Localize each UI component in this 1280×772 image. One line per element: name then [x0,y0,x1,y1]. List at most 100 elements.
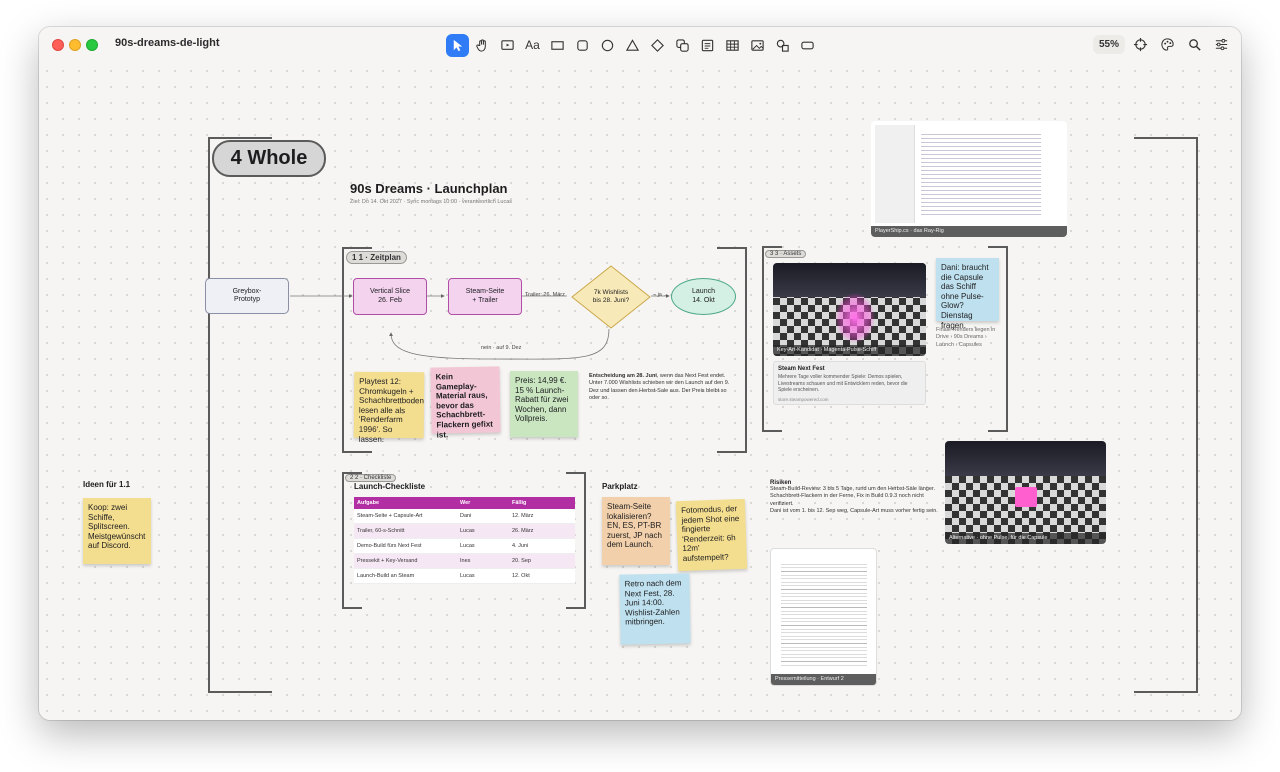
table-row[interactable]: Pressekit + Key-Versand Ines 20. Sep [354,553,575,569]
triangle-icon[interactable] [621,34,644,57]
risk-line: Steam-Build-Review: 3 bis 5 Tage, rund u… [770,486,935,492]
board-title: 90s Dreams · Launchplan [350,181,508,196]
cell: Demo-Build fürs Next Fest [354,538,457,554]
steam-card-url: store.steampowered.com [778,396,829,402]
cell: 12. März [509,509,575,524]
sticky-fotomodus[interactable]: Fotomodus, der jedem Shot eine fingierte… [675,498,748,572]
cell: 20. Sep [509,553,575,569]
text-tool[interactable]: Aa [521,34,544,57]
flow-node-greybox[interactable]: Greybox-Prototyp [205,278,289,314]
zoom-level[interactable]: 55% [1092,35,1125,54]
cell: 12. Okt [509,568,575,584]
tool-bar: Aa [446,33,819,57]
sticky-retro[interactable]: Retro nach dem Next Fest, 28. Juni 14:00… [619,573,691,645]
label-nein: nein · auf 9. Dez [479,345,524,351]
steam-link-card[interactable]: Steam Next Fest Mehrere Tage voller komm… [773,361,926,405]
flow-node-steam-page[interactable]: Steam-Seite + Trailer [448,278,522,315]
decision-note: Entscheidung am 28. Juni, wenn das Next … [589,373,735,403]
risks-block[interactable]: Risiken Steam-Build-Review: 3 bis 5 Tage… [770,480,940,516]
zoom-button[interactable] [86,39,98,51]
cell: Ines [457,553,509,569]
doc-lines [781,561,867,666]
right-toolbar: 55% [1092,33,1233,56]
steam-card-text: Mehrere Tage voller kommender Spiele: De… [778,374,908,393]
frame-icon[interactable] [796,34,819,57]
risk-line: Dani ist vom 1. bis 12. Sep weg, Capsule… [770,508,938,515]
press-release-doc[interactable]: Pressemitteilung · Entwurf 2 [770,548,877,686]
sticky-ideas-koop[interactable]: Koop: zwei Schiffe, Splitscreen. Meistge… [83,498,151,564]
whiteboard-canvas[interactable]: 4 Whole 90s Dreams · Launchplan Ziel: Do… [39,63,1241,720]
sticky-gameplay-material[interactable]: Kein Gameplay-Material raus, bevor das S… [430,366,501,439]
risk-line: Schachbrett-Flackern in der Ferne, Fix i… [770,493,924,507]
sticky-price[interactable]: Preis: 14,99 €. 15 % Launch-Rabatt für z… [510,371,578,437]
flow-node-decision[interactable]: 7k Wishlists bis 28. Juni? [571,265,651,329]
sticky-playtest[interactable]: Playtest 12: Chromkugeln + Schachbrettbo… [353,371,425,444]
image-icon[interactable] [746,34,769,57]
sticky-dani[interactable]: Dani: braucht die Capsule das Schiff ohn… [936,258,999,330]
section-pill-whole[interactable]: 4 Whole [212,140,326,177]
flow-node-vertical-slice[interactable]: Vertical Slice 26. Feb [353,278,427,315]
table-row[interactable]: Demo-Build fürs Next Fest Lucas 4. Juni [354,538,575,554]
settings-sliders-icon[interactable] [1210,33,1233,56]
tag-assets[interactable]: 3 3 · Assets [765,250,807,258]
col-faellig: Fällig [509,497,575,509]
copy-shapes-icon[interactable] [671,34,694,57]
renders-note: Finale Renders liegen in Drive › 90s Dre… [936,327,996,348]
sky-band [945,441,1106,476]
col-wer: Wer [457,497,509,509]
close-button[interactable] [52,39,64,51]
checklist-table[interactable]: Aufgabe Wer Fällig Steam-Seite + Capsule… [354,497,575,584]
alt-caption: Alternative · ohne Pulse, für die Capsul… [945,533,1106,544]
document-title: 90s-dreams-de-light [115,37,220,49]
table-icon[interactable] [721,34,744,57]
note-icon[interactable] [696,34,719,57]
diamond-icon[interactable] [646,34,669,57]
col-aufgabe: Aufgabe [354,497,457,509]
presentation-icon[interactable] [496,34,519,57]
steam-card-title: Steam Next Fest [778,366,825,372]
crosshair-icon[interactable] [1129,33,1152,56]
sticky-localize[interactable]: Steam-Seite lokalisieren? EN, ES, PT-BR … [602,497,670,565]
sky-band [773,263,926,297]
decision-label: 7k Wishlists bis 28. Juni? [592,289,630,304]
cell: 26. März [509,523,575,539]
board-subtitle: Ziel: Do 14. Okt 2027 · Sync montags 10:… [350,199,513,205]
shapes-icon[interactable] [771,34,794,57]
table-row[interactable]: Trailer, 60-s-Schnitt Lucas 26. März [354,523,575,539]
rounded-rect-icon[interactable] [571,34,594,57]
cell: Lucas [457,568,509,584]
code-lines [921,131,1041,215]
search-icon[interactable] [1183,33,1206,56]
ideas-title: Ideen für 1.1 [83,480,131,489]
press-caption: Pressemitteilung · Entwurf 2 [771,674,876,685]
minimize-button[interactable] [69,39,81,51]
decision-note-bold: Entscheidung am 28. Juni [589,373,657,379]
table-row[interactable]: Launch-Build an Steam Lucas 12. Okt [354,568,575,584]
parkplatz-title: Parkplatz [602,482,638,491]
hand-icon[interactable] [471,34,494,57]
ellipse-icon[interactable] [596,34,619,57]
cell: Trailer, 60-s-Schnitt [354,523,457,539]
key-art-image[interactable]: Key-Art-Kandidat · Magenta-Pulse-Schiff [773,263,926,356]
code-screenshot[interactable]: PlayerShip.cs · das Ray-Rig [871,121,1067,237]
palette-icon[interactable] [1156,33,1179,56]
cell: Lucas [457,538,509,554]
cell: Lucas [457,523,509,539]
tag-checkliste[interactable]: 2 2 · Checkliste [345,474,397,482]
table-row[interactable]: Steam-Seite + Capsule-Art Dani 12. März [354,509,575,524]
rectangle-icon[interactable] [546,34,569,57]
magenta-pulse-glow [835,293,875,343]
code-caption: PlayerShip.cs · das Ray-Rig [871,226,1067,237]
whole-bracket-right [1134,137,1198,693]
key-art-caption: Key-Art-Kandidat · Magenta-Pulse-Schiff [773,345,926,356]
app-window: 90s-dreams-de-light Aa 55% 4 Whole 90s D… [39,27,1241,720]
flow-node-launch[interactable]: Launch 14. Okt [671,278,736,315]
pointer-icon[interactable] [446,33,469,57]
label-ja: – ja → [653,292,669,298]
whole-bracket-left [208,137,272,693]
code-sidebar [875,125,915,223]
cell: 4. Juni [509,538,575,554]
alt-render-image[interactable]: Alternative · ohne Pulse, für die Capsul… [945,441,1106,544]
cell: Launch-Build an Steam [354,568,457,584]
tag-zeitplan[interactable]: 1 1 · Zeitplan [346,251,407,264]
